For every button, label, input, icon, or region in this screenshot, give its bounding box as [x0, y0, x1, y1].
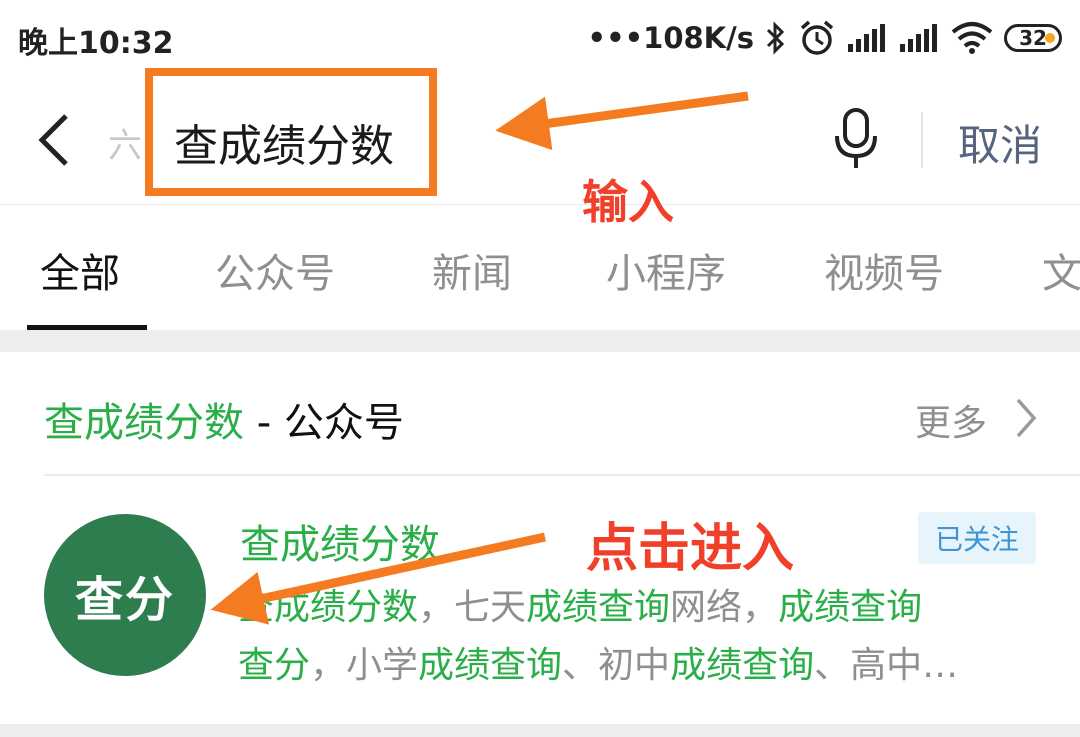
highlight-text: 成绩查询 [418, 645, 563, 686]
account-description-line-2: 查分，小学成绩查询、初中成绩查询、高中… [238, 636, 958, 688]
tab-news[interactable]: 新闻 [432, 241, 512, 299]
highlight-text: 成绩查询 [670, 645, 815, 686]
battery-icon: 32 [1004, 24, 1062, 52]
tab-all[interactable]: 全部 [40, 241, 120, 299]
back-arrow-icon[interactable] [30, 112, 80, 168]
cancel-button[interactable]: 取消 [958, 112, 1042, 173]
results-card: 查成绩分数 - 公众号 更多 查分 查成绩分数 已关注 查成绩分数，七天成绩查询… [0, 352, 1080, 724]
more-link[interactable]: 更多 [915, 394, 987, 446]
network-speed: •••108K/s [587, 21, 754, 55]
battery-level: 32 [1019, 26, 1047, 50]
annotation-enter-label: 点击进入 [586, 519, 795, 579]
highlight-text: 成绩查询 [778, 587, 923, 628]
search-ghost-text: 六 [108, 126, 142, 166]
description-text: ，七天 [418, 587, 527, 628]
signal-icon [848, 24, 885, 52]
chevron-right-icon[interactable] [1012, 396, 1040, 440]
wifi-icon [951, 22, 993, 54]
tab-articles[interactable]: 文 [1042, 241, 1080, 299]
tab-channels[interactable]: 视频号 [824, 241, 944, 299]
bluetooth-icon [766, 21, 785, 55]
tab-official-accounts[interactable]: 公众号 [215, 241, 335, 299]
status-bar: 晚上10:32 •••108K/s 32 [0, 0, 1080, 76]
description-text: 、高中… [814, 645, 959, 686]
followed-badge: 已关注 [918, 512, 1036, 564]
section-title: 查成绩分数 - 公众号 [44, 390, 404, 448]
section-divider [44, 474, 1080, 476]
search-input[interactable]: 查成绩分数 [174, 110, 394, 174]
highlight-text: 成绩查询 [526, 587, 671, 628]
search-bar: 六 查成绩分数 取消 [0, 68, 1080, 204]
avatar[interactable]: 查分 [44, 514, 206, 676]
highlight-text: 查分 [238, 645, 311, 686]
description-text: ，小学 [310, 645, 419, 686]
tab-mini-programs[interactable]: 小程序 [606, 241, 726, 299]
status-time: 晚上10:32 [18, 26, 174, 61]
search-divider [921, 112, 923, 168]
status-icons: •••108K/s 32 [588, 14, 1062, 62]
microphone-icon[interactable] [828, 106, 884, 172]
description-text: 网络， [670, 587, 779, 628]
section-title-keyword: 查成绩分数 [44, 400, 244, 446]
annotation-input-label: 输入 [582, 175, 674, 229]
category-tabs: 全部 公众号 新闻 小程序 视频号 文 [0, 204, 1080, 331]
account-name[interactable]: 查成绩分数 [240, 512, 440, 570]
avatar-text: 查分 [74, 572, 175, 628]
alarm-icon [800, 20, 834, 55]
charging-dot [1045, 33, 1055, 43]
bottom-gap [0, 724, 1080, 737]
description-text: 、初中 [562, 645, 671, 686]
section-gap [0, 330, 1080, 352]
signal-icon [900, 24, 937, 52]
highlight-text: 查成绩分数 [238, 587, 419, 628]
section-title-suffix: - 公众号 [244, 400, 404, 446]
account-description-line-1: 查成绩分数，七天成绩查询网络，成绩查询 [238, 578, 922, 630]
